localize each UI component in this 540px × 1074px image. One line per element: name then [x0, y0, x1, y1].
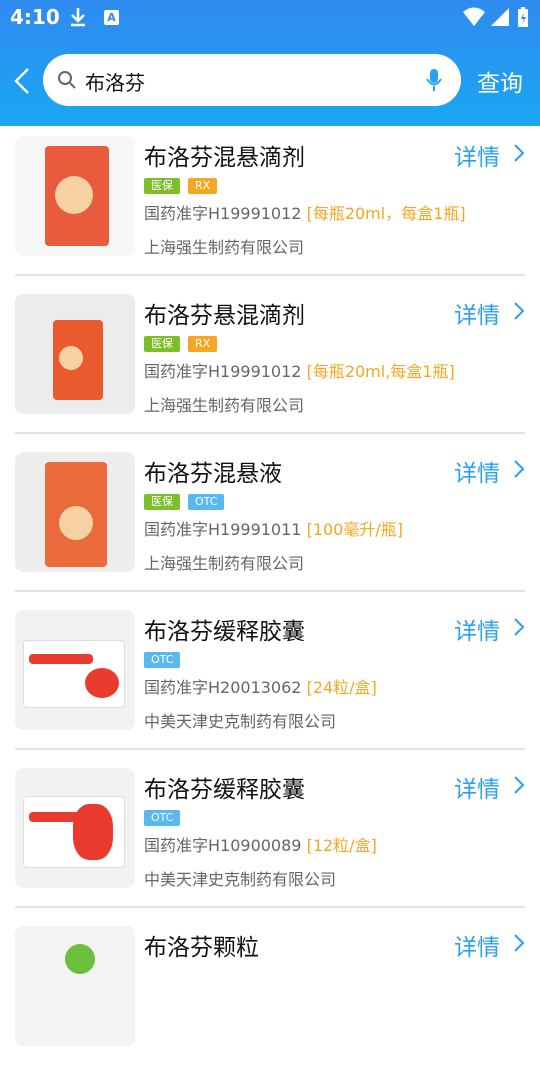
package-spec: [12粒/盒] — [306, 836, 377, 855]
app-notification-icon: A — [104, 10, 119, 25]
chevron-left-icon[interactable] — [10, 66, 34, 96]
tag-group: OTC — [144, 648, 188, 668]
approval-number: 国药准字H19991012 — [144, 204, 302, 223]
product-image — [15, 452, 135, 572]
tag-otc: OTC — [188, 494, 225, 510]
divider — [15, 748, 525, 750]
tag-rx: RX — [188, 178, 218, 194]
manufacturer: 上海强生制药有限公司 — [144, 554, 305, 573]
divider — [15, 906, 525, 908]
tag-otc: OTC — [144, 652, 181, 668]
manufacturer: 中美天津史克制药有限公司 — [144, 712, 337, 731]
list-item[interactable]: 布洛芬颗粒 详情 — [0, 916, 540, 1074]
detail-link[interactable]: 详情 — [454, 138, 500, 172]
download-icon — [71, 8, 85, 27]
tag-group: 医保 RX — [144, 174, 225, 194]
tag-otc: OTC — [144, 810, 181, 826]
list-item[interactable]: 布洛芬悬混滴剂 详情 医保 RX 国药准字H19991012 [每瓶20ml,每盒… — [0, 284, 540, 442]
package-spec: [24粒/盒] — [306, 678, 377, 697]
product-image — [15, 610, 135, 730]
search-input[interactable]: 布洛芬 — [85, 67, 145, 96]
detail-link[interactable]: 详情 — [454, 454, 500, 488]
chevron-right-icon[interactable] — [512, 616, 526, 638]
approval-number: 国药准字H10900089 — [144, 836, 302, 855]
divider — [15, 432, 525, 434]
manufacturer: 中美天津史克制药有限公司 — [144, 870, 337, 889]
status-time: 4:10 — [10, 5, 60, 29]
approval-line: 国药准字H20013062 [24粒/盒] — [144, 674, 377, 698]
search-icon — [58, 71, 76, 89]
detail-link[interactable]: 详情 — [454, 928, 500, 962]
microphone-icon[interactable] — [426, 68, 442, 92]
divider — [15, 590, 525, 592]
detail-link[interactable]: 详情 — [454, 612, 500, 646]
tag-rx: RX — [188, 336, 218, 352]
product-image — [15, 768, 135, 888]
product-title: 布洛芬悬混滴剂 — [144, 303, 305, 329]
chevron-right-icon[interactable] — [512, 300, 526, 322]
detail-link[interactable]: 详情 — [454, 770, 500, 804]
tag-group: OTC — [144, 806, 188, 826]
manufacturer: 上海强生制药有限公司 — [144, 396, 305, 415]
tag-group: 医保 OTC — [144, 490, 232, 510]
approval-line: 国药准字H19991012 [每瓶20ml,每盒1瓶] — [144, 358, 455, 382]
chevron-right-icon[interactable] — [512, 932, 526, 954]
product-image — [15, 926, 135, 1046]
tag-yibao: 医保 — [144, 336, 180, 352]
product-image — [15, 136, 135, 256]
tag-yibao: 医保 — [144, 178, 180, 194]
chevron-right-icon[interactable] — [512, 458, 526, 480]
package-spec: [100毫升/瓶] — [306, 520, 403, 539]
product-image — [15, 294, 135, 414]
battery-icon — [518, 7, 528, 27]
detail-link[interactable]: 详情 — [454, 296, 500, 330]
product-title: 布洛芬混悬滴剂 — [144, 145, 305, 171]
approval-number: 国药准字H20013062 — [144, 678, 302, 697]
divider — [15, 274, 525, 276]
search-bar[interactable]: 布洛芬 — [43, 54, 461, 106]
product-title: 布洛芬颗粒 — [144, 935, 259, 961]
signal-icon — [491, 8, 509, 26]
product-title: 布洛芬缓释胶囊 — [144, 619, 305, 645]
tag-group: 医保 RX — [144, 332, 225, 352]
product-title: 布洛芬缓释胶囊 — [144, 777, 305, 803]
list-item[interactable]: 布洛芬缓释胶囊 详情 OTC 国药准字H20013062 [24粒/盒] 中美天… — [0, 600, 540, 758]
chevron-right-icon[interactable] — [512, 774, 526, 796]
package-spec: [每瓶20ml，每盒1瓶] — [306, 204, 466, 223]
chevron-right-icon[interactable] — [512, 142, 526, 164]
tag-yibao: 医保 — [144, 494, 180, 510]
product-title: 布洛芬混悬液 — [144, 461, 282, 487]
list-item[interactable]: 布洛芬混悬滴剂 详情 医保 RX 国药准字H19991012 [每瓶20ml，每盒… — [0, 126, 540, 284]
list-item[interactable]: 布洛芬缓释胶囊 详情 OTC 国药准字H10900089 [12粒/盒] 中美天… — [0, 758, 540, 916]
query-button[interactable]: 查询 — [477, 64, 523, 98]
approval-number: 国药准字H19991012 — [144, 362, 302, 381]
approval-line: 国药准字H10900089 [12粒/盒] — [144, 832, 377, 856]
approval-number: 国药准字H19991011 — [144, 520, 302, 539]
wifi-icon — [463, 7, 485, 26]
package-spec: [每瓶20ml,每盒1瓶] — [306, 362, 455, 381]
approval-line: 国药准字H19991012 [每瓶20ml，每盒1瓶] — [144, 200, 466, 224]
app-header: 4:10 A 布洛芬 查询 — [0, 0, 540, 126]
list-item[interactable]: 布洛芬混悬液 详情 医保 OTC 国药准字H19991011 [100毫升/瓶] … — [0, 442, 540, 600]
status-bar: 4:10 A — [0, 0, 540, 36]
manufacturer: 上海强生制药有限公司 — [144, 238, 305, 257]
approval-line: 国药准字H19991011 [100毫升/瓶] — [144, 516, 403, 540]
